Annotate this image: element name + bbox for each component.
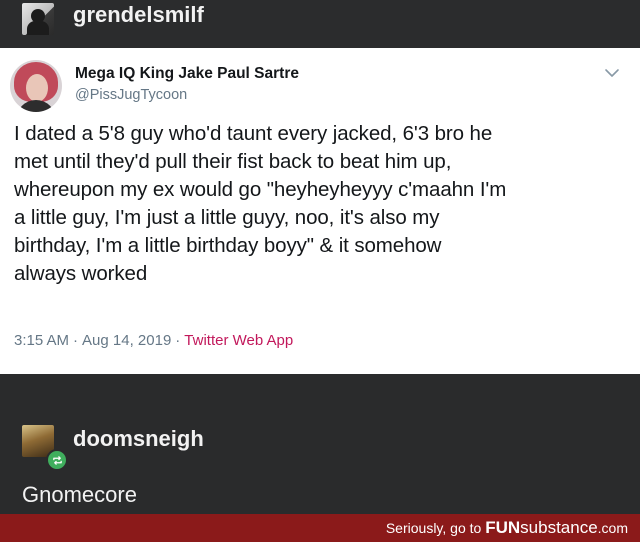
watermark-brand-light: substance	[520, 518, 598, 537]
tweet-body-text: I dated a 5'8 guy who'd taunt every jack…	[14, 122, 507, 285]
watermark-suffix: .com	[597, 520, 628, 536]
tweet-date[interactable]: Aug 14, 2019	[82, 332, 171, 349]
tweet-source-link[interactable]: Twitter Web App	[184, 332, 293, 349]
watermark-prefix: Seriously, go to	[385, 520, 486, 536]
original-poster-avatar[interactable]	[22, 3, 54, 35]
watermark-text: Seriously, go to FUNsubstance.com	[386, 518, 628, 538]
reblog-section: doomsneigh Gnomecore	[0, 374, 640, 514]
tweet-screenshot-card: Mega IQ King Jake Paul Sartre @PissJugTy…	[0, 48, 640, 374]
avatar-face	[26, 74, 48, 102]
tweet-metadata: 3:15 AM · Aug 14, 2019 · Twitter Web App	[14, 332, 293, 349]
tweet-time[interactable]: 3:15 AM	[14, 332, 69, 349]
watermark-brand-bold: FUN	[485, 518, 521, 537]
original-poster-username[interactable]: grendelsmilf	[73, 0, 204, 30]
watermark-footer: Seriously, go to FUNsubstance.com	[0, 514, 640, 542]
tweet-author-display-name[interactable]: Mega IQ King Jake Paul Sartre	[75, 65, 299, 83]
reblogger-username[interactable]: doomsneigh	[73, 426, 204, 452]
reblog-icon	[46, 449, 68, 471]
meta-separator: ·	[175, 332, 181, 349]
tweet-author-avatar[interactable]	[10, 60, 62, 112]
chevron-down-icon[interactable]	[604, 66, 620, 80]
reblog-arrows-icon	[52, 455, 62, 465]
avatar-figure-body	[27, 21, 49, 35]
tweet-author-handle[interactable]: @PissJugTycoon	[75, 87, 187, 103]
avatar-shoulders	[16, 100, 56, 112]
meta-separator: ·	[73, 332, 79, 349]
original-post-header: grendelsmilf	[0, 0, 640, 48]
reblog-comment: Gnomecore	[22, 482, 137, 507]
